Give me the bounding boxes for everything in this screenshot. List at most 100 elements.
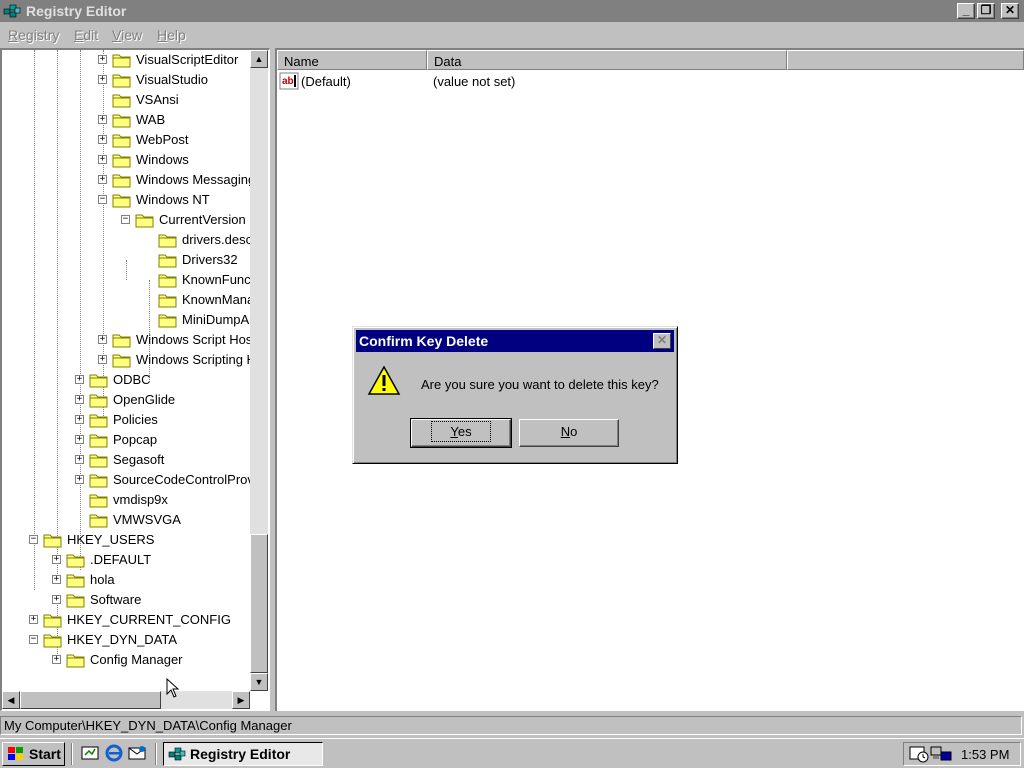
expand-icon[interactable]: + [29,615,38,624]
expand-icon[interactable]: + [98,115,107,124]
tree-node[interactable]: − Windows NT [2,190,250,210]
tree-node-label: HKEY_DYN_DATA [67,632,178,647]
show-desktop-icon[interactable] [80,743,100,763]
scroll-down-button[interactable]: ▼ [250,673,268,691]
tree-node[interactable]: + ODBC [2,370,250,390]
tree-node[interactable]: + VisualStudio [2,70,250,90]
taskbar-separator [71,743,73,765]
tree-node-label: vmdisp9x [113,492,168,507]
tree-node[interactable]: + VisualScriptEditor [2,50,250,70]
vertical-scroll-thumb[interactable] [250,534,268,673]
close-button[interactable]: ✕ [1001,3,1019,19]
tree-node[interactable]: + Config Manager [2,650,250,670]
outlook-express-icon[interactable] [127,743,147,763]
tree-node[interactable]: − HKEY_USERS [2,530,250,550]
task-scheduler-icon[interactable] [908,745,930,763]
column-header-data[interactable]: Data [427,50,787,70]
horizontal-scroll-thumb[interactable] [20,691,161,709]
network-icon[interactable] [930,745,952,763]
tree-node-label: VisualStudio [136,72,209,87]
tree-node[interactable]: − CurrentVersion [2,210,250,230]
expand-icon[interactable]: + [98,55,107,64]
menu-registry[interactable]: Registry [8,27,59,43]
no-button[interactable]: No [519,419,619,447]
tree-node[interactable]: MiniDumpAuxiliaryDlls [2,310,250,330]
tree-node[interactable]: + Segasoft [2,450,250,470]
expand-icon[interactable]: + [52,655,61,664]
tree-horizontal-scrollbar[interactable]: ◀ ▶ [2,691,250,709]
clock[interactable]: 1:53 PM [961,747,1009,762]
collapse-icon[interactable]: − [98,195,107,204]
scroll-left-button[interactable]: ◀ [2,691,20,709]
tree-node[interactable]: VMWSVGA [2,510,250,530]
key-tree-pane[interactable]: + VisualScriptEditor + VisualStudio VSAnsi + W… [0,48,270,711]
folder-icon [112,74,131,88]
collapse-icon[interactable]: − [29,535,38,544]
tree-node-label: Config Manager [90,652,183,667]
expand-icon[interactable]: + [98,355,107,364]
folder-icon [112,334,131,348]
expand-icon[interactable]: + [75,435,84,444]
expand-icon[interactable]: + [52,595,61,604]
expand-icon[interactable]: + [75,395,84,404]
tree-node[interactable]: − HKEY_DYN_DATA [2,630,250,650]
tree-node[interactable]: Drivers32 [2,250,250,270]
tree-node[interactable]: + WAB [2,110,250,130]
dialog-close-button[interactable]: ✕ [653,333,671,349]
expand-icon[interactable]: + [98,175,107,184]
restore-button[interactable]: ❐ [977,3,995,19]
tree-node[interactable]: + Windows Script Host [2,330,250,350]
scroll-up-button[interactable]: ▲ [250,50,268,68]
folder-icon [158,254,177,268]
yes-button[interactable]: Yes [410,418,512,448]
tree-vertical-scrollbar[interactable]: ▲ ▼ [250,50,268,691]
taskbar-registry-editor[interactable]: Registry Editor [163,742,323,766]
value-row[interactable]: ab (Default) (value not set) [277,71,877,91]
folder-icon [89,434,108,448]
tree-node[interactable]: KnownManagedDebuggingDlls [2,290,250,310]
collapse-icon[interactable]: − [121,215,130,224]
tree-node[interactable]: + Policies [2,410,250,430]
expand-icon[interactable]: + [75,415,84,424]
tree-node[interactable]: + OpenGlide [2,390,250,410]
tree-node[interactable]: vmdisp9x [2,490,250,510]
expand-icon[interactable]: + [75,475,84,484]
folder-icon [158,294,177,308]
expand-icon[interactable]: + [98,155,107,164]
tree-node[interactable]: drivers.desc [2,230,250,250]
expand-icon[interactable]: + [98,75,107,84]
tree-node[interactable]: VSAnsi [2,90,250,110]
menu-registry-mnemonic: R [8,27,19,43]
tree-node[interactable]: + Windows Messaging Subsystem [2,170,250,190]
tree-node[interactable]: + Popcap [2,430,250,450]
menu-help[interactable]: Help [157,27,186,43]
expand-icon[interactable]: + [75,375,84,384]
dialog-title-bar[interactable]: Confirm Key Delete ✕ [356,330,674,352]
tree-node[interactable]: + .DEFAULT [2,550,250,570]
tree-node-label: CurrentVersion [159,212,246,227]
menu-view[interactable]: View [112,27,142,43]
start-button[interactable]: Start [2,742,65,766]
expand-icon[interactable]: + [52,575,61,584]
internet-explorer-icon[interactable] [104,743,124,763]
minimize-button[interactable]: _ [957,3,975,19]
expand-icon[interactable]: + [98,135,107,144]
tree-node[interactable]: + HKEY_CURRENT_CONFIG [2,610,250,630]
expand-icon[interactable]: + [98,335,107,344]
tree-node-label: HKEY_USERS [67,532,155,547]
tree-node[interactable]: + SourceCodeControlProvider [2,470,250,490]
tree-node[interactable]: + Software [2,590,250,610]
folder-icon [112,114,131,128]
column-header-name[interactable]: Name [277,50,427,70]
tree-node[interactable]: KnownFunctionTableDlls [2,270,250,290]
tree-node[interactable]: + WebPost [2,130,250,150]
expand-icon[interactable]: + [75,455,84,464]
tree-node[interactable]: + Windows Scripting Host [2,350,250,370]
title-bar[interactable]: Registry Editor _ ❐ ✕ [0,0,1024,22]
collapse-icon[interactable]: − [29,635,38,644]
expand-icon[interactable]: + [52,555,61,564]
menu-edit[interactable]: Edit [74,27,98,43]
tree-node[interactable]: + hola [2,570,250,590]
tree-node[interactable]: + Windows [2,150,250,170]
scroll-right-button[interactable]: ▶ [232,691,250,709]
